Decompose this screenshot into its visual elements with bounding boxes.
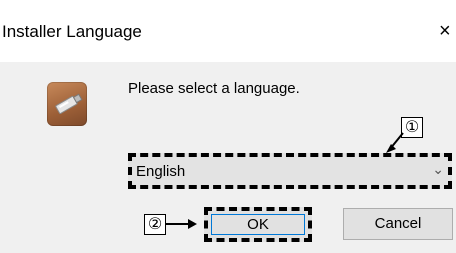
callout-1: ① (401, 117, 423, 138)
language-select-value: English (136, 163, 186, 180)
window-title: Installer Language (2, 22, 142, 41)
installer-app-icon (47, 82, 87, 126)
close-icon[interactable]: × (439, 20, 451, 42)
ok-button[interactable]: OK (204, 207, 312, 242)
ok-button-label: OK (247, 216, 269, 233)
callout-2: ② (144, 214, 166, 235)
chevron-down-icon[interactable]: ⌄ (432, 161, 444, 178)
language-select[interactable]: English ⌄ (128, 153, 452, 189)
cancel-button[interactable]: Cancel (343, 208, 453, 240)
prompt-text: Please select a language. (128, 80, 300, 97)
title-bar: Installer Language × (0, 0, 456, 62)
